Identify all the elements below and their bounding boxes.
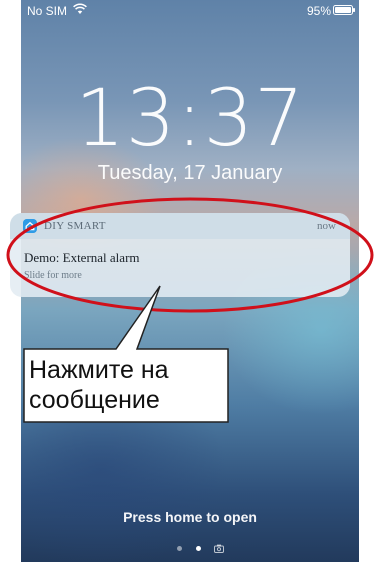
callout-line-1: Нажмите на bbox=[29, 356, 169, 384]
notification-header: DIY SMART now bbox=[10, 213, 350, 239]
callout-line-2: сообщение bbox=[29, 386, 160, 414]
notification-subtitle: Slide for more bbox=[24, 270, 82, 281]
page-indicator bbox=[21, 544, 359, 554]
page-dot bbox=[177, 546, 182, 551]
camera-icon[interactable] bbox=[214, 544, 224, 553]
notification-title: Demo: External alarm bbox=[24, 250, 140, 265]
battery-icon bbox=[333, 5, 355, 15]
lock-date: Tuesday, 17 January bbox=[97, 162, 283, 184]
battery-percent: 95% bbox=[306, 4, 331, 18]
callout-text: Нажмите на сообщение bbox=[29, 355, 229, 415]
status-bar: No SIM 95% bbox=[21, 0, 359, 20]
notification-app-name: DIY SMART bbox=[44, 220, 106, 232]
notification-banner[interactable]: DIY SMART now Demo: External alarm Slide… bbox=[10, 213, 350, 297]
screenshot-frame: No SIM 95% 13:37 Tuesday, 17 January Pre… bbox=[0, 0, 379, 562]
wifi-icon bbox=[73, 3, 87, 14]
lock-clock: 13:37 bbox=[75, 74, 305, 164]
home-hint: Press home to open bbox=[123, 509, 257, 525]
page-dot-active bbox=[196, 546, 201, 551]
notification-time: now bbox=[317, 220, 336, 232]
home-app-icon bbox=[23, 219, 37, 233]
carrier-label: No SIM bbox=[27, 4, 68, 18]
